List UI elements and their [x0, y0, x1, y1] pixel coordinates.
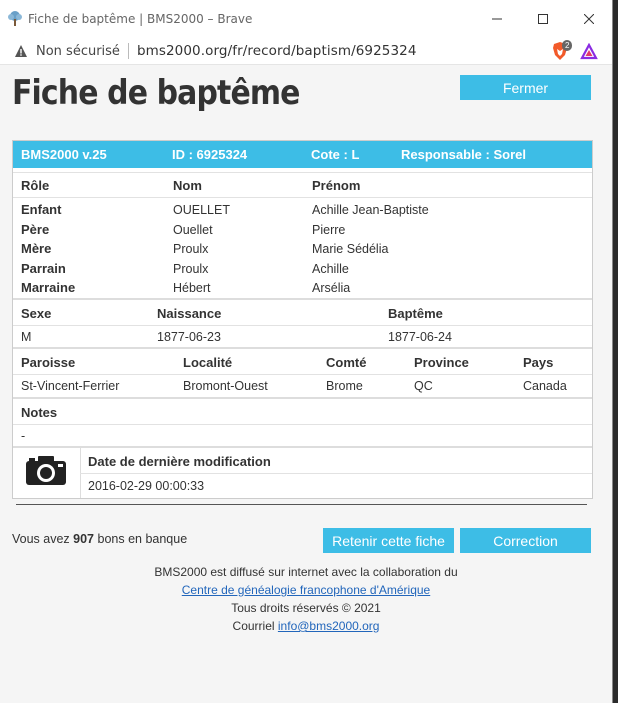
title-bar: Fiche de baptême | BMS2000 – Brave [0, 0, 612, 38]
footer-email-line: Courriel info@bms2000.org [0, 619, 612, 633]
notes-label: Notes [21, 405, 58, 420]
maximize-button[interactable] [520, 0, 566, 38]
address-bar[interactable]: Non sécurisé bms2000.org/fr/record/bapti… [0, 38, 612, 65]
paroisse-value: St-Vincent-Ferrier [21, 379, 120, 393]
province-value: QC [414, 379, 433, 393]
close-button[interactable]: Fermer [460, 75, 591, 100]
nom-value: OUELLET [173, 203, 230, 217]
nom-value: Proulx [173, 242, 209, 256]
cote-label: Cote : L [311, 147, 360, 162]
responsable-label: Responsable : Sorel [401, 147, 526, 162]
warning-icon [15, 45, 27, 57]
camera-icon [26, 456, 66, 485]
role-label: Parrain [21, 261, 66, 276]
page-title: Fiche de baptême [12, 73, 300, 113]
prenom-value: Marie Sédélia [312, 242, 389, 256]
column-header-pays: Pays [523, 355, 554, 370]
bank-suffix: bons en banque [94, 532, 188, 546]
footer-link-line: Centre de généalogie francophone d'Améri… [0, 583, 612, 597]
role-label: Enfant [21, 202, 62, 217]
browser-window: Fiche de baptême | BMS2000 – Brave Non s… [0, 0, 613, 703]
security-label[interactable]: Non sécurisé [36, 44, 120, 59]
extensions-area: 2 [552, 40, 598, 62]
retain-button[interactable]: Retenir cette fiche [323, 528, 454, 553]
window-title: Fiche de baptême | BMS2000 – Brave [28, 12, 253, 26]
column-header-comte: Comté [326, 355, 367, 370]
sexe-value: M [21, 330, 32, 344]
close-icon [584, 14, 594, 24]
column-header-sexe: Sexe [21, 306, 52, 321]
column-header-bapteme: Baptême [388, 306, 443, 321]
minimize-icon [492, 18, 502, 20]
modified-value: 2016-02-29 00:00:33 [88, 479, 205, 493]
bank-prefix: Vous avez [12, 532, 74, 546]
column-header-role: Rôle [21, 178, 50, 193]
column-header-prenom: Prénom [312, 178, 361, 193]
section-divider [16, 504, 587, 505]
pays-value: Canada [523, 379, 567, 393]
record-header: BMS2000 v.25 ID : 6925324 Cote : L Respo… [13, 141, 592, 168]
role-label: Mère [21, 241, 52, 256]
prenom-value: Pierre [312, 223, 346, 237]
close-window-button[interactable] [566, 0, 612, 38]
column-header-localite: Localité [183, 355, 233, 370]
modified-label: Date de dernière modification [88, 454, 271, 469]
tree-icon [8, 11, 22, 26]
prenom-value: Arsélia [312, 281, 351, 295]
address-separator [127, 43, 129, 59]
column-header-province: Province [414, 355, 469, 370]
brave-shield-button[interactable]: 2 [552, 40, 573, 62]
nom-value: Ouellet [173, 223, 213, 237]
footer-collab-text: BMS2000 est diffusé sur internet avec la… [154, 565, 458, 579]
email-link[interactable]: info@bms2000.org [278, 619, 380, 633]
nom-value: Hébert [173, 281, 211, 295]
prenom-value: Achille [312, 262, 349, 276]
nom-value: Proulx [173, 262, 209, 276]
cgfa-link[interactable]: Centre de généalogie francophone d'Améri… [182, 583, 430, 597]
page-content: Fiche de baptême Fermer BMS2000 v.25 ID … [0, 65, 612, 703]
comte-value: Brome [326, 379, 363, 393]
version-label: BMS2000 v.25 [21, 147, 107, 162]
correction-button[interactable]: Correction [460, 528, 591, 553]
column-header-paroisse: Paroisse [21, 355, 76, 370]
column-header-naissance: Naissance [157, 306, 222, 321]
notes-value: - [21, 429, 26, 443]
courriel-label: Courriel [232, 619, 278, 633]
record-card: BMS2000 v.25 ID : 6925324 Cote : L Respo… [12, 140, 593, 499]
minimize-button[interactable] [474, 0, 520, 38]
naissance-value: 1877-06-23 [157, 330, 221, 344]
bapteme-value: 1877-06-24 [388, 330, 452, 344]
footer-rights: Tous droits réservés © 2021 [231, 601, 381, 615]
record-id: ID : 6925324 [172, 147, 248, 162]
column-header-nom: Nom [173, 178, 202, 193]
role-label: Père [21, 222, 50, 237]
url-text[interactable]: bms2000.org/fr/record/baptism/6925324 [137, 43, 417, 59]
bank-balance: Vous avez 907 bons en banque [12, 532, 187, 546]
maximize-icon [538, 14, 548, 24]
shield-count-badge: 2 [562, 40, 573, 51]
localite-value: Bromont-Ouest [183, 379, 268, 393]
prenom-value: Achille Jean-Baptiste [312, 203, 429, 217]
role-label: Marraine [21, 280, 76, 295]
brave-rewards-icon[interactable] [580, 43, 598, 61]
bank-count: 907 [73, 532, 95, 546]
